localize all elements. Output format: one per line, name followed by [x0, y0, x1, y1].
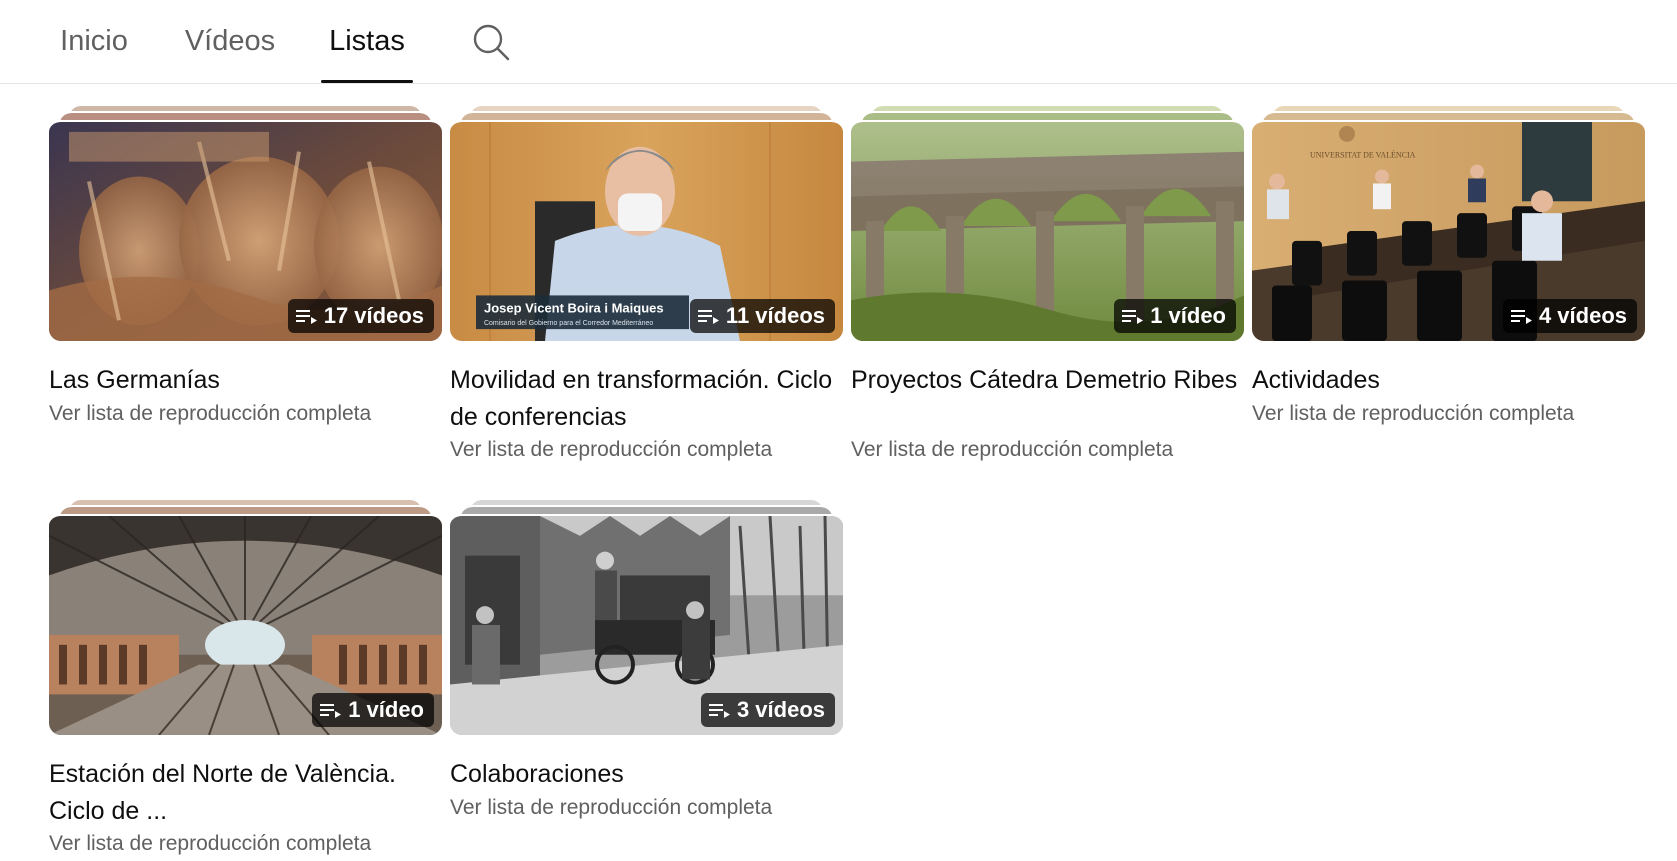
- playlist-thumbnail-stack[interactable]: Josep Vicent Boira i Maiques Comisario d…: [450, 106, 843, 342]
- playlist-thumbnail[interactable]: 3 vídeos: [450, 514, 843, 735]
- playlist-thumbnail[interactable]: UNIVERSITAT DE VALÈNCIA 4 vídeos: [1252, 120, 1645, 341]
- speaker-name-overlay: Josep Vicent Boira i Maiques: [484, 300, 664, 315]
- tab-home[interactable]: Inicio: [56, 0, 132, 83]
- tab-playlists-label: Listas: [329, 25, 405, 57]
- playlist-title[interactable]: Estación del Norte de València. Ciclo de…: [49, 756, 439, 830]
- view-full-playlist-link[interactable]: Ver lista de reproducción completa: [450, 436, 840, 464]
- playlist-thumbnail-stack[interactable]: 1 vídeo: [49, 500, 442, 736]
- tab-playlists[interactable]: Listas: [321, 0, 413, 83]
- tab-videos[interactable]: Vídeos: [183, 0, 277, 83]
- view-full-playlist-link[interactable]: Ver lista de reproducción completa: [1252, 400, 1642, 428]
- view-full-playlist-link[interactable]: Ver lista de reproducción completa: [49, 400, 439, 428]
- playlist-thumbnail[interactable]: 17 vídeos: [49, 120, 442, 341]
- channel-tab-bar: Inicio Vídeos Listas: [0, 0, 1677, 84]
- playlist-thumbnail[interactable]: 1 vídeo: [49, 514, 442, 735]
- video-count-badge: 17 vídeos: [287, 299, 434, 333]
- playlist-icon: [1122, 310, 1144, 324]
- view-full-playlist-link[interactable]: Ver lista de reproducción completa: [49, 830, 439, 858]
- playlist-icon: [708, 704, 730, 718]
- playlist-title[interactable]: Movilidad en transformación. Ciclo de co…: [450, 362, 840, 436]
- playlist-icon: [320, 704, 342, 718]
- video-count-badge: 1 vídeo: [312, 693, 434, 727]
- video-count: 11 vídeos: [725, 303, 825, 328]
- video-count-badge: 11 vídeos: [689, 299, 835, 333]
- video-count-badge: 4 vídeos: [1502, 299, 1637, 333]
- video-count: 3 vídeos: [736, 697, 825, 722]
- video-count: 17 vídeos: [323, 303, 424, 328]
- search-icon: [473, 24, 510, 61]
- playlist-title[interactable]: Las Germanías: [49, 362, 439, 399]
- playlist-thumbnail-stack[interactable]: 17 vídeos: [49, 106, 442, 342]
- playlist-icon: [295, 310, 317, 324]
- playlist-thumbnail-stack[interactable]: UNIVERSITAT DE VALÈNCIA 4 vídeos: [1252, 106, 1645, 342]
- speaker-role-overlay: Comisario del Gobierno para el Corredor …: [484, 320, 653, 327]
- playlist-icon: [1510, 310, 1532, 324]
- video-count: 1 vídeo: [348, 697, 424, 722]
- playlist-title[interactable]: Colaboraciones: [450, 756, 840, 793]
- playlist-thumbnail-stack[interactable]: 3 vídeos: [450, 500, 843, 736]
- university-sign: UNIVERSITAT DE VALÈNCIA: [1310, 150, 1416, 160]
- playlist-thumbnail-stack[interactable]: 1 vídeo: [851, 106, 1244, 342]
- playlist-title[interactable]: Actividades: [1252, 362, 1642, 399]
- video-count-badge: 3 vídeos: [700, 693, 835, 727]
- playlist-thumbnail[interactable]: 1 vídeo: [851, 120, 1244, 341]
- view-full-playlist-link[interactable]: Ver lista de reproducción completa: [851, 436, 1241, 464]
- playlist-title[interactable]: Proyectos Cátedra Demetrio Ribes: [851, 362, 1241, 399]
- playlist-thumbnail[interactable]: Josep Vicent Boira i Maiques Comisario d…: [450, 120, 843, 341]
- video-count-badge: 1 vídeo: [1114, 299, 1236, 333]
- video-count: 4 vídeos: [1538, 303, 1627, 328]
- active-tab-indicator: [321, 80, 413, 83]
- view-full-playlist-link[interactable]: Ver lista de reproducción completa: [450, 794, 840, 822]
- playlist-icon: [697, 310, 719, 324]
- video-count: 1 vídeo: [1150, 303, 1226, 328]
- search-button[interactable]: [470, 21, 512, 63]
